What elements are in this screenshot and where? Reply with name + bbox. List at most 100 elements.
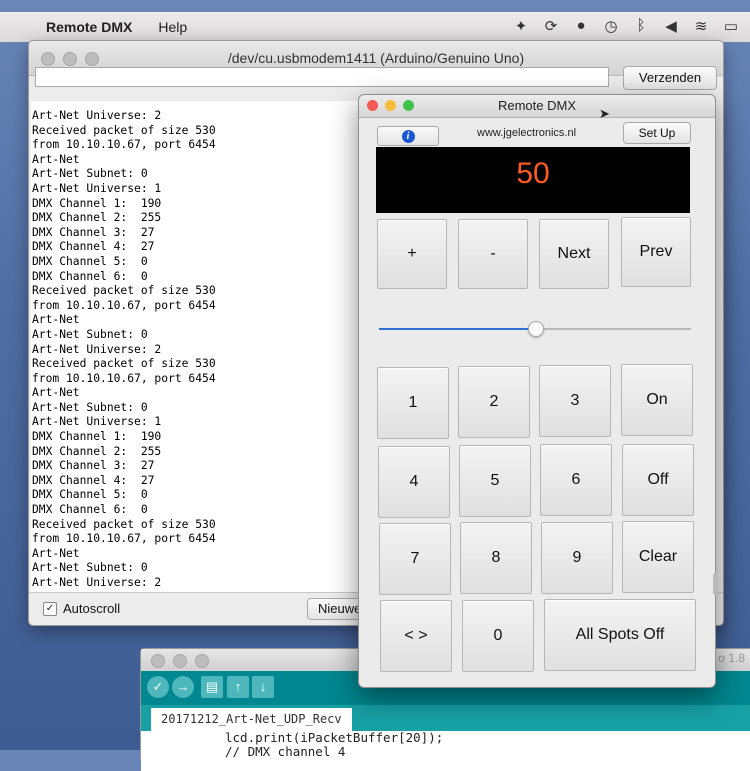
serial-output-line: from 10.10.10.67, port 6454 [32, 138, 216, 152]
serial-output-line: DMX Channel 1: 190 [32, 430, 162, 444]
prev-button[interactable]: Prev [621, 217, 691, 287]
menu-bar: Remote DMX Help ✦ ⟳ ● ◷ ᛒ ◀ ≋ ▭ [0, 12, 750, 42]
serial-output-line: DMX Channel 5: 0 [32, 488, 148, 502]
next-button[interactable]: Next [539, 219, 609, 289]
code-line: lcd.print(iPacketBuffer[20]); [225, 730, 444, 745]
arrows-button[interactable]: < > [380, 600, 452, 672]
upload-icon[interactable]: → [172, 676, 194, 698]
remote-dmx-window: Remote DMX ➤ i www.jgelectronics.nl Set … [358, 94, 718, 688]
autoscroll-checkbox[interactable]: ✓ [43, 601, 57, 616]
slider-knob[interactable] [528, 321, 544, 337]
wifi-icon[interactable]: ≋ [692, 17, 710, 35]
slider-fill [379, 328, 535, 330]
ide-minimize-button[interactable] [173, 654, 187, 668]
zoom-button[interactable] [85, 52, 99, 66]
status-tray: ✦ ⟳ ● ◷ ᛒ ◀ ≋ ▭ [512, 17, 740, 35]
serial-output-line: Art-Net [32, 546, 80, 560]
open-icon[interactable]: ↑ [227, 676, 249, 698]
serial-output-area[interactable]: Art-Net Universe: 2 Received packet of si… [31, 101, 357, 603]
serial-output-line: DMX Channel 4: 27 [32, 240, 155, 254]
remote-dmx-titlebar[interactable]: Remote DMX ➤ [359, 95, 715, 121]
save-icon[interactable]: ↓ [252, 676, 274, 698]
battery-icon[interactable]: ▭ [722, 17, 740, 35]
website-label: www.jgelectronics.nl [477, 127, 577, 139]
serial-output-line: Received packet of size 530 [32, 357, 216, 371]
serial-output-line: DMX Channel 5: 0 [32, 254, 148, 268]
zoom-button[interactable] [403, 100, 414, 111]
autoscroll-label: Autoscroll [63, 601, 121, 616]
key-7[interactable]: 7 [379, 523, 451, 595]
bluetooth-icon[interactable]: ᛒ [632, 17, 650, 35]
level-slider[interactable] [379, 321, 691, 337]
serial-output-line: Art-Net [32, 152, 80, 166]
key-3[interactable]: 3 [539, 365, 611, 437]
value-display: 50 [376, 147, 690, 213]
minimize-button[interactable] [385, 100, 396, 111]
key-1[interactable]: 1 [377, 367, 449, 439]
key-0[interactable]: 0 [462, 600, 534, 672]
serial-output-line: from 10.10.10.67, port 6454 [32, 298, 216, 312]
help-menu[interactable]: Help [158, 19, 187, 35]
time-machine-icon[interactable]: ◷ [602, 17, 620, 35]
skype-icon[interactable]: ● [572, 17, 590, 35]
app-name-menu[interactable]: Remote DMX [46, 19, 132, 35]
ide-tab-bar: 20171212_Art-Net_UDP_Recv [141, 705, 750, 731]
sketch-tab[interactable]: 20171212_Art-Net_UDP_Recv [151, 708, 352, 731]
serial-output-line: DMX Channel 6: 0 [32, 269, 148, 283]
serial-output-line: DMX Channel 1: 190 [32, 196, 162, 210]
serial-output-line: Art-Net Universe: 2 [32, 342, 162, 356]
serial-send-input[interactable] [35, 67, 609, 87]
code-line: // DMX channel 4 [225, 744, 346, 759]
key-9[interactable]: 9 [541, 522, 613, 594]
serial-output-line: Received packet of size 530 [32, 123, 216, 137]
serial-output-line: from 10.10.10.67, port 6454 [32, 532, 216, 546]
key-5[interactable]: 5 [459, 445, 531, 517]
ide-window-controls [151, 654, 209, 668]
serial-output-line: from 10.10.10.67, port 6454 [32, 371, 216, 385]
info-button[interactable]: i [377, 126, 439, 146]
serial-output-line: Art-Net Subnet: 0 [32, 561, 148, 575]
key-6[interactable]: 6 [540, 444, 612, 516]
send-button[interactable]: Verzenden [623, 66, 717, 90]
autoscroll-toggle[interactable]: ✓ Autoscroll [43, 601, 120, 616]
serial-output-line: Art-Net [32, 313, 80, 327]
serial-output-line: DMX Channel 2: 255 [32, 211, 162, 225]
send-row: Verzenden [33, 65, 719, 91]
mouse-pointer-icon: ➤ [599, 106, 610, 121]
off-button[interactable]: Off [622, 444, 694, 516]
ide-version: o 1.8 [718, 651, 745, 665]
serial-output-line: DMX Channel 4: 27 [32, 473, 155, 487]
remote-dmx-title: Remote DMX [497, 98, 577, 113]
serial-output-line: Received packet of size 530 [32, 517, 216, 531]
dropbox-icon[interactable]: ✦ [512, 17, 530, 35]
info-icon: i [401, 129, 415, 143]
scrollbar[interactable] [713, 573, 718, 595]
volume-icon[interactable]: ◀ [662, 17, 680, 35]
on-button[interactable]: On [621, 364, 693, 436]
code-editor[interactable]: lcd.print(iPacketBuffer[20]); // DMX cha… [141, 731, 750, 771]
setup-button[interactable]: Set Up [623, 122, 691, 144]
plus-button[interactable]: + [377, 219, 447, 289]
key-4[interactable]: 4 [378, 446, 450, 518]
minimize-button[interactable] [63, 52, 77, 66]
key-8[interactable]: 8 [460, 522, 532, 594]
serial-output-line: Art-Net [32, 386, 80, 400]
serial-output-line: Art-Net Universe: 1 [32, 415, 162, 429]
serial-output-line: Received packet of size 530 [32, 284, 216, 298]
all-spots-off-button[interactable]: All Spots Off [544, 599, 696, 671]
verify-icon[interactable]: ✓ [147, 676, 169, 698]
serial-output-line: Art-Net Subnet: 0 [32, 167, 148, 181]
serial-output-line: Art-Net Subnet: 0 [32, 327, 148, 341]
serial-output-line: Art-Net Universe: 2 [32, 576, 162, 589]
minus-button[interactable]: - [458, 219, 528, 289]
sync-icon[interactable]: ⟳ [542, 17, 560, 35]
dmx-window-controls [367, 100, 414, 111]
clear-button[interactable]: Clear [622, 521, 694, 593]
serial-monitor-title: /dev/cu.usbmodem1411 (Arduino/Genuino Un… [227, 50, 525, 66]
close-button[interactable] [41, 52, 55, 66]
ide-close-button[interactable] [151, 654, 165, 668]
new-icon[interactable]: ▤ [201, 676, 223, 698]
ide-zoom-button[interactable] [195, 654, 209, 668]
key-2[interactable]: 2 [458, 366, 530, 438]
close-button[interactable] [367, 100, 378, 111]
